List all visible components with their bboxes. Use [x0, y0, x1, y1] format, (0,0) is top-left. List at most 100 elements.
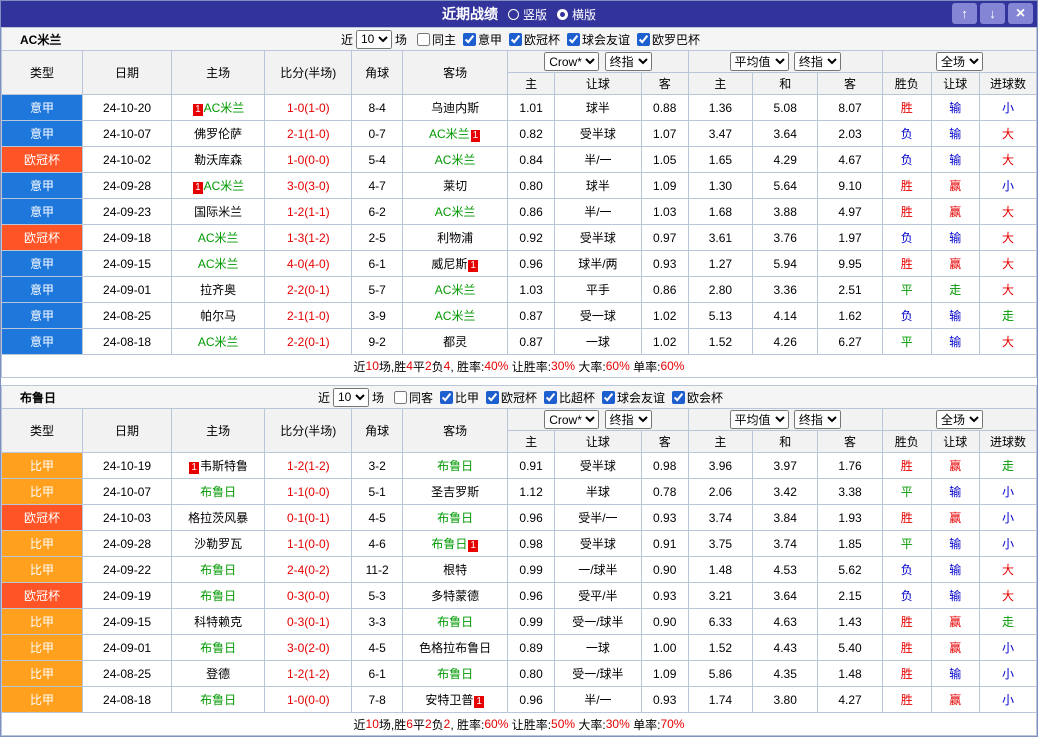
- avg-source-select[interactable]: 平均值: [730, 52, 789, 71]
- match-row: 意甲24-09-23国际米兰1-2(1-1)6-2AC米兰0.86半/一1.03…: [2, 199, 1037, 225]
- avg-home-cell: 1.74: [688, 687, 753, 713]
- col-corner: 角球: [352, 409, 403, 453]
- league-filter-checkbox[interactable]: [509, 33, 522, 46]
- col-goals-result: 进球数: [980, 73, 1037, 95]
- home-team-cell: AC米兰: [172, 225, 265, 251]
- league-filter-checkbox[interactable]: [672, 391, 685, 404]
- same-venue-filter[interactable]: 同客: [394, 389, 433, 406]
- goals-result-cell: 小: [980, 531, 1037, 557]
- avg-stage-select[interactable]: 终指: [794, 410, 841, 429]
- match-row: 比甲24-08-18布鲁日1-0(0-0)7-8安特卫普10.96半/一0.93…: [2, 687, 1037, 713]
- window-title: 近期战绩: [442, 4, 498, 24]
- league-filter[interactable]: 欧罗巴杯: [637, 31, 700, 48]
- match-row: 意甲24-09-281AC米兰3-0(3-0)4-7莱切0.80球半1.091.…: [2, 173, 1037, 199]
- league-filter-checkbox[interactable]: [544, 391, 557, 404]
- same-venue-filter-checkbox[interactable]: [394, 391, 407, 404]
- odds-stage-select[interactable]: 终指: [605, 52, 652, 71]
- handicap-result-cell: 赢: [931, 635, 980, 661]
- goals-result-cell: 小: [980, 95, 1037, 121]
- summary-text: 10: [366, 359, 379, 373]
- scope-select[interactable]: 全场: [936, 52, 983, 71]
- handicap-cell: 受一/球半: [554, 609, 641, 635]
- avg-away-cell: 1.97: [818, 225, 883, 251]
- summary-text: 场,胜: [379, 358, 406, 375]
- avg-draw-cell: 3.42: [753, 479, 818, 505]
- avg-home-cell: 2.06: [688, 479, 753, 505]
- avg-draw-cell: 3.84: [753, 505, 818, 531]
- home-team-cell: 布鲁日: [172, 687, 265, 713]
- handicap-result-cell: 走: [931, 277, 980, 303]
- scope-select[interactable]: 全场: [936, 410, 983, 429]
- date-cell: 24-08-18: [83, 329, 172, 355]
- avg-home-cell: 1.30: [688, 173, 753, 199]
- move-up-button[interactable]: ↑: [952, 3, 977, 24]
- league-filter-label: 欧罗巴杯: [652, 31, 700, 48]
- handicap-cell: 半/一: [554, 147, 641, 173]
- away-team-cell: AC米兰: [402, 303, 507, 329]
- games-label: 场: [372, 389, 384, 406]
- avg-dropdowns: 平均值 终指: [688, 51, 882, 73]
- league-filter-checkbox[interactable]: [463, 33, 476, 46]
- avg-away-cell: 4.67: [818, 147, 883, 173]
- league-cell: 意甲: [2, 251, 83, 277]
- col-handicap-result: 让球: [931, 73, 980, 95]
- away-team-cell: 色格拉布鲁日: [402, 635, 507, 661]
- away-team-cell: AC米兰: [402, 147, 507, 173]
- avg-draw-cell: 4.63: [753, 609, 818, 635]
- close-button[interactable]: ×: [1008, 3, 1033, 24]
- league-filter-checkbox[interactable]: [440, 391, 453, 404]
- league-filter[interactable]: 比甲: [440, 389, 479, 406]
- col-handicap: 让球: [554, 73, 641, 95]
- result-cell: 平: [882, 277, 931, 303]
- date-cell: 24-09-15: [83, 251, 172, 277]
- same-venue-filter[interactable]: 同主: [417, 31, 456, 48]
- avg-away-cell: 4.97: [818, 199, 883, 225]
- date-cell: 24-09-01: [83, 277, 172, 303]
- league-filter-checkbox[interactable]: [602, 391, 615, 404]
- handicap-result-cell: 输: [931, 583, 980, 609]
- col-home: 主场: [172, 409, 265, 453]
- league-filter-checkbox[interactable]: [637, 33, 650, 46]
- corner-cell: 5-4: [352, 147, 403, 173]
- odds-stage-select[interactable]: 终指: [605, 410, 652, 429]
- away-odds-cell: 0.78: [641, 479, 688, 505]
- avg-home-cell: 3.74: [688, 505, 753, 531]
- league-filter-checkbox[interactable]: [486, 391, 499, 404]
- summary-text: 60%: [660, 359, 684, 373]
- away-team-cell: 布鲁日1: [402, 531, 507, 557]
- section-divider: [1, 378, 1037, 385]
- league-cell: 意甲: [2, 277, 83, 303]
- avg-source-select[interactable]: 平均值: [730, 410, 789, 429]
- league-filter-checkbox[interactable]: [567, 33, 580, 46]
- corner-cell: 3-9: [352, 303, 403, 329]
- league-filter[interactable]: 欧冠杯: [509, 31, 560, 48]
- scope-dropdown: 全场: [882, 409, 1036, 431]
- corner-cell: 3-2: [352, 453, 403, 479]
- handicap-result-cell: 输: [931, 479, 980, 505]
- radio-selected-icon: [557, 9, 568, 20]
- goals-result-cell: 大: [980, 251, 1037, 277]
- move-down-button[interactable]: ↓: [980, 3, 1005, 24]
- league-filter[interactable]: 比超杯: [544, 389, 595, 406]
- league-filter[interactable]: 球会友谊: [602, 389, 665, 406]
- avg-away-cell: 8.07: [818, 95, 883, 121]
- layout-horizontal-radio[interactable]: 横版: [557, 6, 596, 23]
- odds-source-select[interactable]: Crow*: [544, 52, 599, 71]
- corner-cell: 4-6: [352, 531, 403, 557]
- league-filter[interactable]: 球会友谊: [567, 31, 630, 48]
- col-type: 类型: [2, 409, 83, 453]
- layout-vertical-radio[interactable]: 竖版: [508, 6, 547, 23]
- odds-source-select[interactable]: Crow*: [544, 410, 599, 429]
- league-filter[interactable]: 欧冠杯: [486, 389, 537, 406]
- league-filter[interactable]: 欧会杯: [672, 389, 723, 406]
- league-filter[interactable]: 意甲: [463, 31, 502, 48]
- date-cell: 24-09-15: [83, 609, 172, 635]
- same-venue-filter-checkbox[interactable]: [417, 33, 430, 46]
- avg-stage-select[interactable]: 终指: [794, 52, 841, 71]
- match-row: 比甲24-09-28沙勒罗瓦1-1(0-0)4-6布鲁日10.98受半球0.91…: [2, 531, 1037, 557]
- away-odds-cell: 1.05: [641, 147, 688, 173]
- recent-count-select[interactable]: 10: [356, 30, 392, 49]
- recent-count-select[interactable]: 10: [333, 388, 369, 407]
- league-filter-label: 球会友谊: [582, 31, 630, 48]
- result-cell: 负: [882, 557, 931, 583]
